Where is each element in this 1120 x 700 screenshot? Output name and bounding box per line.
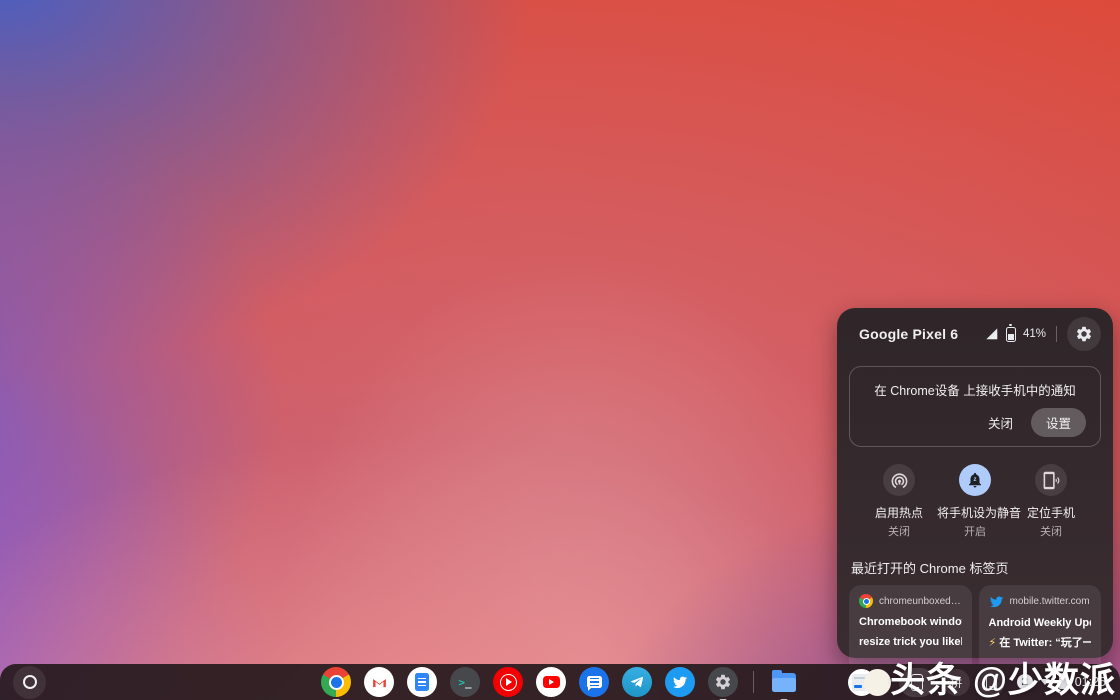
quick-action-locate: 定位手机 关闭	[1013, 464, 1089, 539]
shelf-app-files[interactable]	[769, 667, 799, 700]
chrome-favicon-icon	[859, 594, 873, 608]
action-state: 关闭	[888, 526, 910, 538]
action-label: 定位手机	[1026, 506, 1075, 520]
tab-domain: chromeunboxed.c…	[879, 595, 962, 607]
recent-tabs-title: 最近打开的 Chrome 标签页	[851, 561, 1009, 576]
shelf-app-youtube[interactable]	[536, 667, 566, 697]
notification-count-badge: 2	[1016, 674, 1033, 690]
notification-settings-button[interactable]: 设置	[1030, 408, 1086, 437]
twitter-icon	[673, 676, 687, 688]
shelf: >_ 拼 2 01:25	[0, 664, 1120, 700]
phone-hub-settings-button[interactable]	[1067, 317, 1101, 351]
telegram-icon	[630, 676, 644, 688]
docked-device-icon	[985, 674, 997, 690]
quick-action-silence: z 将手机设为静音 开启	[937, 464, 1022, 539]
gear-icon	[1076, 326, 1092, 342]
tab-domain: mobile.twitter.com	[1009, 596, 1090, 607]
caret-down-icon	[1039, 679, 1050, 685]
action-state: 关闭	[1040, 526, 1062, 538]
holding-space-button[interactable]	[847, 668, 891, 696]
phone-hub-header: Google Pixel 6 41%	[837, 308, 1113, 360]
chromeos-desktop: Google Pixel 6 41% 在 Chrome设备 上接收手机中的通知	[0, 0, 1120, 700]
recent-tab-chromeunboxed[interactable]: chromeunboxed.c… Chromebook window resiz…	[849, 585, 972, 673]
header-divider	[1056, 326, 1057, 342]
hotspot-icon	[891, 472, 907, 488]
locate-phone-icon	[1043, 471, 1059, 489]
phone-battery-icon	[1005, 324, 1016, 342]
signal-strength-icon	[986, 328, 998, 340]
shelf-app-docs[interactable]	[407, 667, 437, 697]
device-status: 41%	[985, 317, 1101, 351]
shelf-app-youtube-music[interactable]	[493, 667, 523, 697]
action-state: 开启	[964, 526, 986, 538]
shelf-apps: >_	[321, 667, 799, 700]
shelf-app-settings[interactable]	[708, 667, 738, 700]
shelf-app-messages[interactable]	[579, 667, 609, 697]
file-thumbnail-icon	[863, 668, 891, 696]
hotspot-button[interactable]	[883, 464, 915, 496]
system-tray: 拼 2 01:25	[847, 667, 1120, 697]
recent-tab-twitter[interactable]: mobile.twitter.com Android Weekly Update…	[978, 585, 1101, 673]
notification-permission-card: 在 Chrome设备 上接收手机中的通知 关闭 设置	[849, 366, 1101, 447]
shelf-app-chrome[interactable]	[321, 667, 351, 700]
launcher-button[interactable]	[13, 665, 46, 699]
quick-actions-row: 启用热点 关闭 z 将手机设为静音 开启 定位手机 关闭	[837, 447, 1113, 539]
phone-icon	[910, 673, 923, 691]
shelf-divider	[753, 671, 754, 693]
files-folder-icon	[772, 669, 796, 692]
youtube-music-icon	[499, 673, 517, 691]
shelf-app-gmail[interactable]	[364, 667, 394, 697]
launcher-icon	[22, 675, 37, 689]
shelf-app-twitter[interactable]	[665, 667, 695, 697]
locate-phone-button[interactable]	[1035, 464, 1067, 496]
google-docs-icon	[415, 673, 429, 691]
dismiss-button[interactable]: 关闭	[978, 408, 1023, 437]
action-label: 将手机设为静音	[937, 506, 1022, 520]
messages-icon	[586, 676, 602, 691]
tab-title: Android Weekly Update ⚡ 在 Twitter: “玩了一…	[988, 617, 1092, 649]
gmail-icon	[372, 678, 386, 687]
svg-text:z: z	[974, 477, 977, 483]
phone-hub-tray-button[interactable]	[898, 667, 935, 697]
terminal-icon: >_	[458, 675, 472, 689]
silence-phone-button[interactable]: z	[959, 464, 991, 496]
shelf-app-telegram[interactable]	[622, 667, 652, 697]
twitter-favicon-icon	[989, 596, 1003, 608]
clock: 01:25	[1074, 675, 1106, 689]
docked-device-button[interactable]	[977, 668, 1005, 696]
chrome-icon	[321, 667, 351, 697]
shelf-app-terminal[interactable]: >_	[450, 667, 480, 697]
bell-silence-icon: z	[969, 472, 981, 488]
ime-label: 拼	[950, 675, 963, 690]
phone-hub-panel: Google Pixel 6 41% 在 Chrome设备 上接收手机中的通知	[837, 308, 1113, 673]
recent-tabs-row: chromeunboxed.c… Chromebook window resiz…	[837, 585, 1113, 673]
tab-title: Chromebook window resize trick you likel…	[859, 616, 962, 648]
quick-action-hotspot: 启用热点 关闭	[861, 464, 937, 539]
device-name: Google Pixel 6	[859, 326, 959, 342]
youtube-icon	[542, 675, 560, 689]
action-label: 启用热点	[874, 506, 923, 520]
tray-battery-icon	[1058, 672, 1068, 689]
notification-message: 在 Chrome设备 上接收手机中的通知	[874, 384, 1076, 398]
phone-battery-percent: 41%	[1022, 328, 1046, 340]
status-area-button[interactable]: 2 01:25	[1013, 672, 1110, 690]
ime-button[interactable]: 拼	[942, 668, 970, 696]
settings-gear-icon	[715, 674, 731, 690]
